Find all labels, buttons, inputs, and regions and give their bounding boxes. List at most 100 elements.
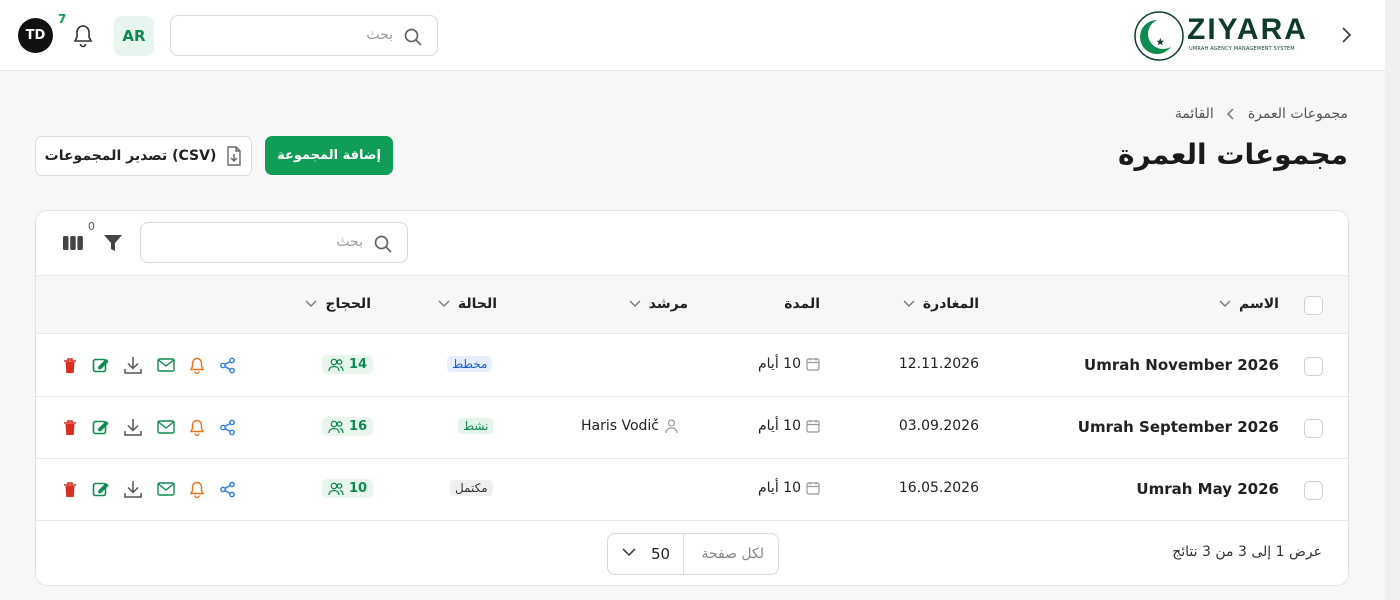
duration: 10 أيام bbox=[758, 418, 820, 434]
bell-outline-icon[interactable] bbox=[189, 419, 205, 436]
mail-icon[interactable] bbox=[157, 358, 175, 372]
departure-date: 12.11.2026 bbox=[898, 356, 979, 372]
row-checkbox[interactable] bbox=[1304, 357, 1323, 376]
pilgrims-badge[interactable]: 10 bbox=[322, 479, 374, 498]
global-search-input[interactable]: بحث bbox=[170, 15, 438, 56]
column-header-name[interactable]: الاسم bbox=[1219, 296, 1279, 312]
column-header-status[interactable]: الحالة bbox=[438, 296, 497, 312]
chevron-right-icon[interactable] bbox=[1338, 25, 1354, 45]
column-status-label: الحالة bbox=[457, 296, 497, 312]
table-search-placeholder: بحث bbox=[336, 234, 363, 250]
duration: 10 أيام bbox=[758, 480, 820, 496]
language-switch[interactable]: AR bbox=[114, 16, 154, 56]
download-icon[interactable] bbox=[123, 417, 143, 437]
download-icon[interactable] bbox=[123, 479, 143, 499]
select-all-checkbox[interactable] bbox=[1304, 296, 1323, 315]
chevron-down-icon bbox=[1219, 300, 1231, 308]
share-icon[interactable] bbox=[219, 357, 236, 374]
departure-date: 03.09.2026 bbox=[898, 418, 979, 434]
column-guide-label: مرشد bbox=[648, 296, 688, 312]
mail-icon[interactable] bbox=[157, 420, 175, 434]
search-icon bbox=[403, 27, 423, 47]
breadcrumb: مجموعات العمرة القائمة bbox=[1175, 106, 1348, 122]
edit-icon[interactable] bbox=[92, 481, 109, 498]
user-avatar[interactable]: TD bbox=[18, 18, 53, 53]
bell-icon[interactable] bbox=[72, 24, 94, 48]
chevron-down-icon bbox=[903, 300, 915, 308]
pilgrims-badge[interactable]: 14 bbox=[322, 355, 374, 374]
chevron-down-icon bbox=[622, 548, 636, 557]
column-header-departure[interactable]: المغادرة bbox=[903, 296, 979, 312]
row-checkbox[interactable] bbox=[1304, 481, 1323, 500]
calendar-icon bbox=[806, 357, 820, 371]
group-name[interactable]: Umrah November 2026 bbox=[1084, 356, 1279, 374]
add-group-button[interactable]: إضافة المجموعة bbox=[265, 136, 393, 175]
mail-icon[interactable] bbox=[157, 482, 175, 496]
logo-name: ZIYARA bbox=[1187, 13, 1308, 46]
scrollbar[interactable] bbox=[1385, 0, 1400, 600]
divider bbox=[683, 534, 684, 574]
chevron-down-icon bbox=[305, 300, 317, 308]
page-title: مجموعات العمرة bbox=[1117, 138, 1348, 171]
table-row[interactable]: Umrah May 2026 16.05.2026 10 أيام مكتمل … bbox=[36, 459, 1348, 521]
pilgrims-count: 10 bbox=[349, 481, 368, 496]
calendar-icon bbox=[806, 419, 820, 433]
per-page-select[interactable]: لكل صفحة 50 bbox=[607, 533, 779, 575]
trash-icon[interactable] bbox=[62, 419, 78, 436]
column-header-guide[interactable]: مرشد bbox=[629, 296, 688, 312]
download-icon[interactable] bbox=[123, 355, 143, 375]
filter-icon[interactable] bbox=[103, 234, 123, 252]
breadcrumb-current: القائمة bbox=[1174, 106, 1214, 122]
share-icon[interactable] bbox=[219, 481, 236, 498]
edit-icon[interactable] bbox=[92, 419, 109, 436]
status-badge: مخطط bbox=[447, 356, 493, 372]
column-header-pilgrims[interactable]: الحجاج bbox=[305, 296, 371, 312]
row-actions bbox=[62, 355, 236, 375]
export-csv-button[interactable]: تصدير المجموعات (CSV) bbox=[35, 136, 252, 176]
duration-value: 10 أيام bbox=[758, 356, 801, 372]
breadcrumb-parent[interactable]: مجموعات العمرة bbox=[1248, 106, 1348, 122]
bell-outline-icon[interactable] bbox=[189, 481, 205, 498]
filter-count: 0 bbox=[88, 220, 95, 233]
column-departure-label: المغادرة bbox=[922, 296, 979, 312]
pilgrims-badge[interactable]: 16 bbox=[322, 417, 374, 436]
departure-date: 16.05.2026 bbox=[898, 480, 979, 496]
chevron-left-icon bbox=[1226, 108, 1236, 120]
file-download-icon bbox=[226, 146, 242, 166]
edit-icon[interactable] bbox=[92, 357, 109, 374]
table-row[interactable]: Umrah November 2026 12.11.2026 10 أيام م… bbox=[36, 335, 1348, 397]
guide: Haris Vodič bbox=[581, 418, 678, 434]
trash-icon[interactable] bbox=[62, 481, 78, 498]
status-badge: نشط bbox=[458, 418, 494, 434]
bell-outline-icon[interactable] bbox=[189, 357, 205, 374]
duration-value: 10 أيام bbox=[758, 480, 801, 496]
column-name-label: الاسم bbox=[1239, 296, 1279, 312]
table-search-input[interactable]: بحث bbox=[140, 222, 408, 263]
results-summary: عرض 1 إلى 3 من 3 نتائج bbox=[1172, 544, 1322, 560]
trash-icon[interactable] bbox=[62, 357, 78, 374]
row-actions bbox=[62, 417, 236, 437]
duration: 10 أيام bbox=[758, 356, 820, 372]
search-placeholder: بحث bbox=[366, 27, 393, 43]
pilgrims-count: 16 bbox=[349, 419, 368, 434]
share-icon[interactable] bbox=[219, 419, 236, 436]
column-header-duration: المدة bbox=[784, 296, 820, 312]
per-page-value: 50 bbox=[651, 545, 671, 563]
crescent-emblem-icon bbox=[1134, 11, 1184, 61]
notification-count: 7 bbox=[58, 12, 67, 26]
chevron-down-icon bbox=[629, 300, 641, 308]
users-icon bbox=[328, 358, 344, 372]
table-row[interactable]: Umrah September 2026 03.09.2026 10 أيام … bbox=[36, 397, 1348, 459]
calendar-icon bbox=[806, 481, 820, 495]
search-icon bbox=[373, 234, 393, 254]
group-name[interactable]: Umrah May 2026 bbox=[1136, 480, 1279, 498]
group-name[interactable]: Umrah September 2026 bbox=[1078, 418, 1279, 436]
row-actions bbox=[62, 479, 236, 499]
columns-icon[interactable] bbox=[63, 235, 83, 251]
per-page-label: لكل صفحة bbox=[701, 546, 764, 562]
ziyara-logo[interactable]: ZIYARA UMRAH AGENCY MANAGEMENT SYSTEM bbox=[1133, 10, 1313, 62]
chevron-down-icon bbox=[438, 300, 450, 308]
groups-table-card: 0 بحث الاسم المغادرة المدة مرشد الحالة ا… bbox=[35, 210, 1349, 586]
guide-name: Haris Vodič bbox=[580, 418, 659, 434]
row-checkbox[interactable] bbox=[1304, 419, 1323, 438]
